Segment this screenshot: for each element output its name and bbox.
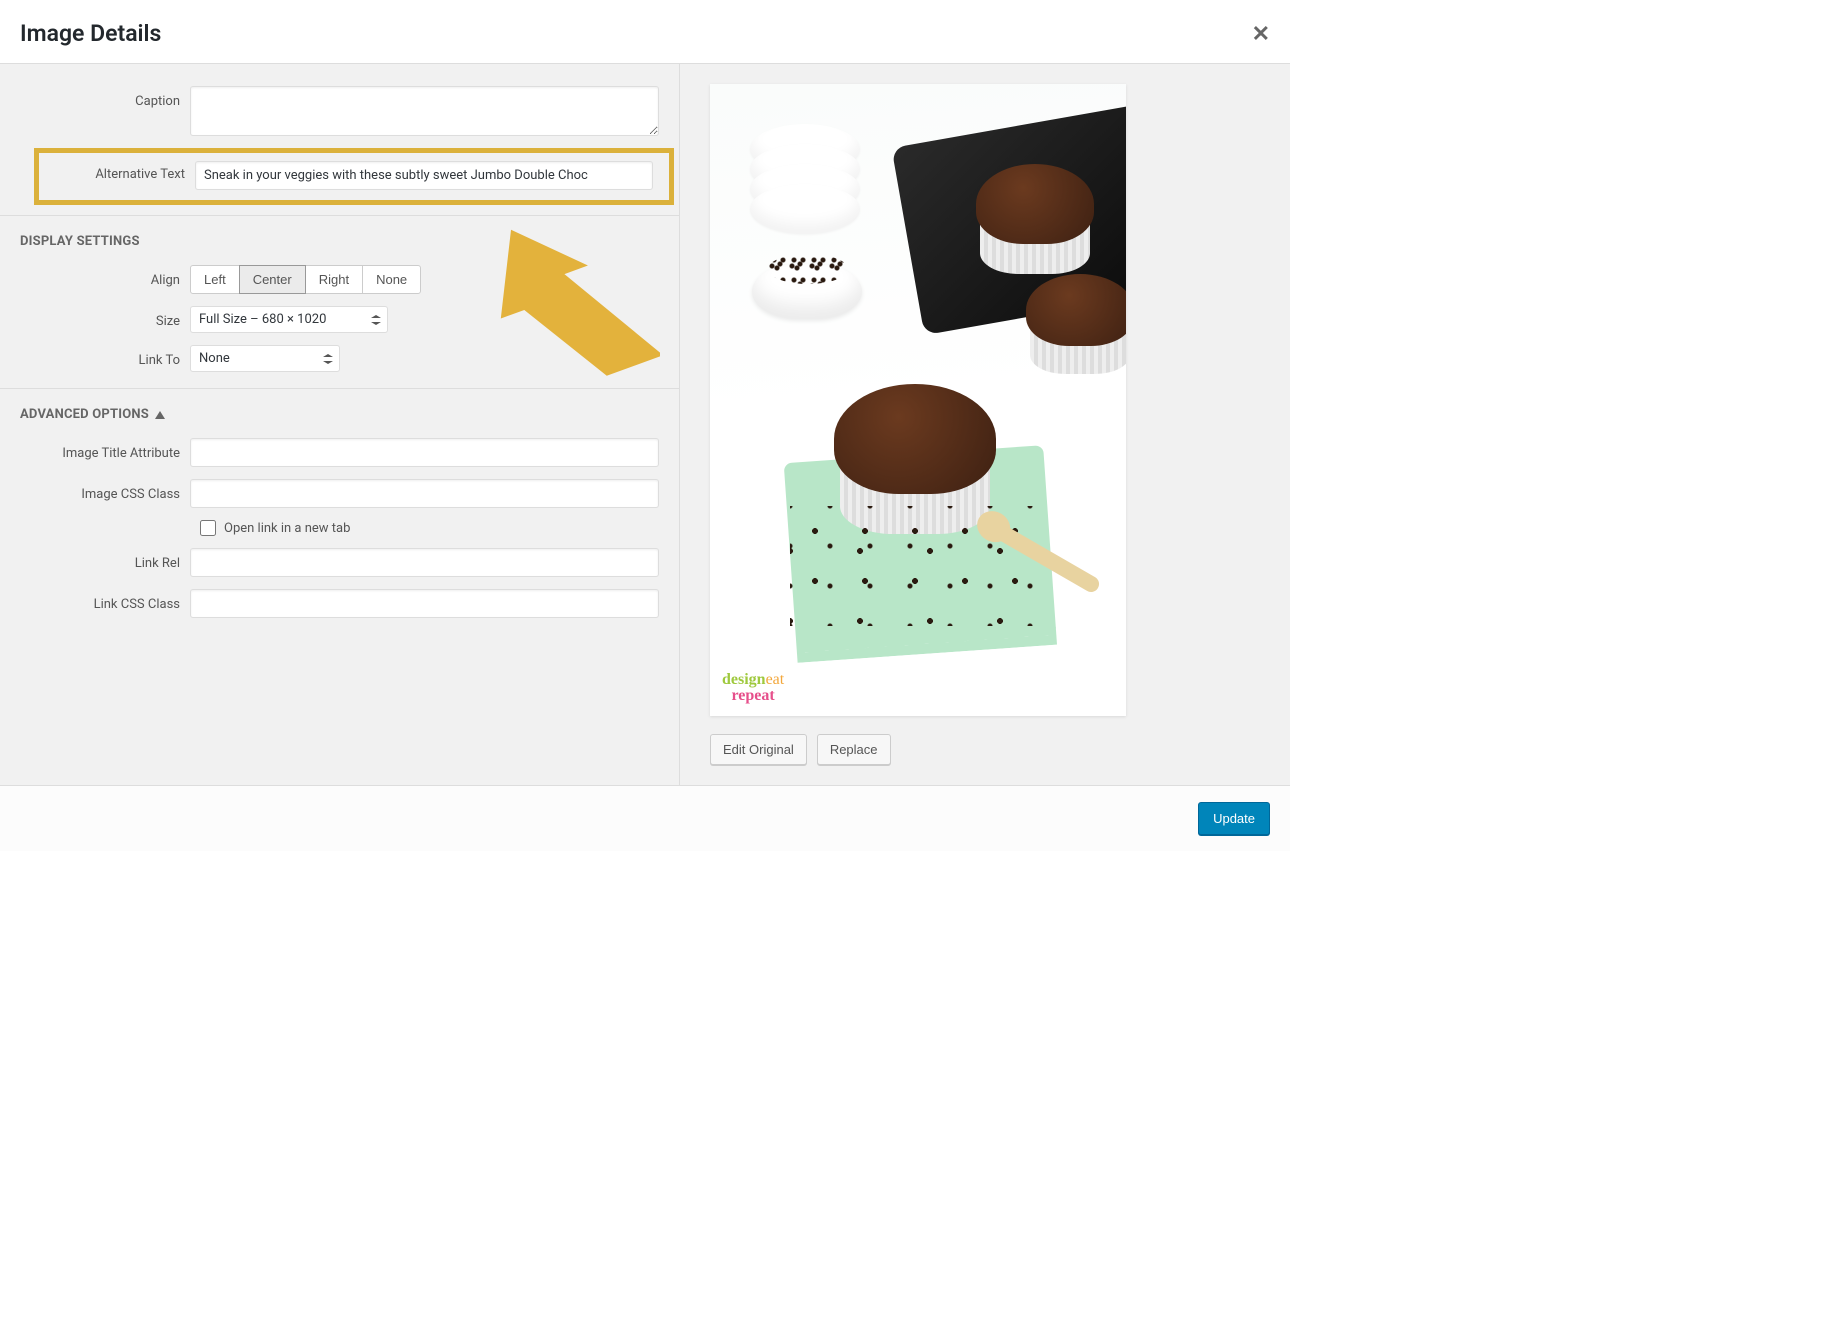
align-row: Align Left Center Right None bbox=[0, 259, 679, 300]
close-icon[interactable]: ✕ bbox=[1252, 22, 1270, 47]
link-rel-wrap bbox=[190, 548, 659, 577]
align-none-button[interactable]: None bbox=[362, 265, 421, 294]
align-left-button[interactable]: Left bbox=[190, 265, 240, 294]
image-css-class-row: Image CSS Class bbox=[0, 473, 679, 514]
advanced-options-heading-text: ADVANCED OPTIONS bbox=[20, 407, 149, 422]
preview-actions: Edit Original Replace bbox=[710, 734, 1260, 765]
preview-pane: designeat repeat Edit Original Replace bbox=[680, 64, 1290, 785]
image-css-class-wrap bbox=[190, 479, 659, 508]
align-button-group: Left Center Right None bbox=[190, 265, 421, 294]
annotation-highlight: Alternative Text bbox=[34, 148, 674, 205]
size-input-wrap: Full Size – 680 × 1020 bbox=[190, 306, 659, 333]
align-label: Align bbox=[20, 265, 190, 288]
edit-original-button[interactable]: Edit Original bbox=[710, 734, 807, 765]
image-details-dialog: Image Details ✕ Caption Alternative Text bbox=[0, 0, 1290, 851]
logo-word-1: design bbox=[722, 671, 766, 688]
open-new-tab-checkbox[interactable] bbox=[200, 520, 216, 536]
preview-decor bbox=[790, 506, 1050, 626]
image-css-class-input[interactable] bbox=[190, 479, 659, 508]
logo-word-3: repeat bbox=[722, 688, 784, 704]
align-input-wrap: Left Center Right None bbox=[190, 265, 659, 294]
alt-text-input-wrap bbox=[195, 161, 653, 190]
image-css-class-label: Image CSS Class bbox=[20, 479, 190, 502]
size-select[interactable]: Full Size – 680 × 1020 bbox=[190, 306, 388, 333]
display-settings-section: DISPLAY SETTINGS Align Left Center Right… bbox=[0, 215, 679, 378]
preview-decor bbox=[750, 124, 860, 244]
dialog-title: Image Details bbox=[20, 20, 1270, 47]
dialog-footer: Update bbox=[0, 785, 1290, 851]
caption-input[interactable] bbox=[190, 86, 659, 136]
link-to-row: Link To None bbox=[0, 339, 679, 378]
alt-text-row: Alternative Text bbox=[39, 161, 653, 190]
preview-decor bbox=[768, 254, 848, 284]
caret-up-icon bbox=[155, 411, 165, 419]
align-center-button[interactable]: Center bbox=[239, 265, 306, 294]
link-rel-input[interactable] bbox=[190, 548, 659, 577]
update-button[interactable]: Update bbox=[1198, 802, 1270, 835]
image-title-attr-label: Image Title Attribute bbox=[20, 438, 190, 461]
link-css-class-label: Link CSS Class bbox=[20, 589, 190, 612]
alt-text-label: Alternative Text bbox=[39, 161, 195, 182]
open-new-tab-row: Open link in a new tab bbox=[0, 514, 679, 542]
link-to-label: Link To bbox=[20, 345, 190, 368]
caption-input-wrap bbox=[190, 86, 659, 140]
image-preview: designeat repeat bbox=[710, 84, 1126, 716]
caption-label: Caption bbox=[20, 86, 190, 109]
dialog-body: Caption Alternative Text DISPLAY SETTING… bbox=[0, 64, 1290, 785]
image-title-attr-input[interactable] bbox=[190, 438, 659, 467]
advanced-options-section: ADVANCED OPTIONS Image Title Attribute I… bbox=[0, 388, 679, 624]
open-new-tab-label[interactable]: Open link in a new tab bbox=[224, 521, 350, 536]
link-css-class-input[interactable] bbox=[190, 589, 659, 618]
logo-word-2: eat bbox=[766, 671, 785, 688]
link-rel-label: Link Rel bbox=[20, 548, 190, 571]
link-css-class-wrap bbox=[190, 589, 659, 618]
display-settings-heading: DISPLAY SETTINGS bbox=[0, 234, 679, 259]
preview-watermark: designeat repeat bbox=[722, 672, 784, 704]
link-to-select[interactable]: None bbox=[190, 345, 340, 372]
size-row: Size Full Size – 680 × 1020 bbox=[0, 300, 679, 339]
link-rel-row: Link Rel bbox=[0, 542, 679, 583]
settings-pane: Caption Alternative Text DISPLAY SETTING… bbox=[0, 64, 680, 785]
align-right-button[interactable]: Right bbox=[305, 265, 363, 294]
alt-text-input[interactable] bbox=[195, 161, 653, 190]
advanced-options-toggle[interactable]: ADVANCED OPTIONS bbox=[0, 407, 679, 432]
caption-row: Caption bbox=[0, 80, 679, 146]
size-label: Size bbox=[20, 306, 190, 329]
image-title-attr-wrap bbox=[190, 438, 659, 467]
image-title-attr-row: Image Title Attribute bbox=[0, 432, 679, 473]
replace-button[interactable]: Replace bbox=[817, 734, 891, 765]
link-css-class-row: Link CSS Class bbox=[0, 583, 679, 624]
dialog-header: Image Details ✕ bbox=[0, 0, 1290, 64]
link-to-input-wrap: None bbox=[190, 345, 659, 372]
